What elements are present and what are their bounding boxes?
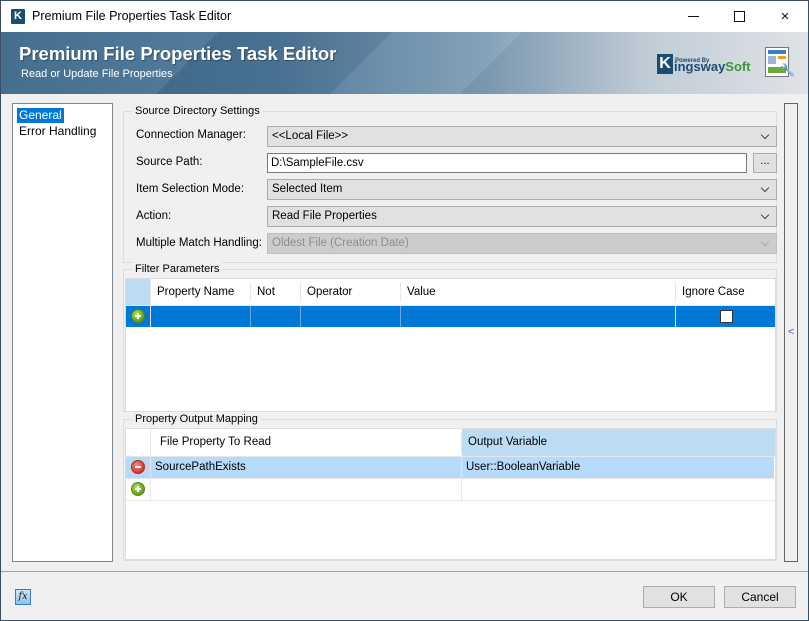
- nav-list: General Error Handling: [12, 103, 113, 562]
- item-selection-mode-select[interactable]: Selected Item: [267, 179, 777, 200]
- dialog-window: K Premium File Properties Task Editor × …: [0, 0, 809, 621]
- multiple-match-select: Oldest File (Creation Date): [267, 233, 777, 254]
- expression-fx-button[interactable]: fx: [15, 589, 31, 605]
- cell-file-property[interactable]: SourcePathExists: [151, 457, 462, 478]
- chevron-left-icon: <: [788, 326, 795, 338]
- cell-value[interactable]: [401, 306, 676, 327]
- source-directory-title: Source Directory Settings: [132, 104, 263, 118]
- add-row-icon[interactable]: [131, 482, 145, 496]
- multiple-match-label: Multiple Match Handling:: [136, 237, 262, 249]
- header-title: Premium File Properties Task Editor: [19, 43, 337, 64]
- browse-button[interactable]: ...: [753, 153, 777, 173]
- table-row[interactable]: [126, 306, 775, 327]
- source-directory-group: Source Directory Settings Connection Man…: [123, 104, 777, 263]
- source-path-label: Source Path:: [136, 156, 203, 168]
- cell-property-name[interactable]: [151, 306, 251, 327]
- chevron-down-icon: [760, 127, 770, 146]
- nav-item-general[interactable]: General: [17, 108, 64, 123]
- property-output-mapping-group: Property Output Mapping File Property To…: [123, 412, 777, 561]
- action-select[interactable]: Read File Properties: [267, 206, 777, 227]
- column-header-ignore-case[interactable]: Ignore Case: [676, 282, 775, 302]
- filter-parameters-group: Filter Parameters Property Name Not Oper…: [123, 262, 777, 412]
- filter-parameters-title: Filter Parameters: [132, 262, 223, 276]
- property-output-mapping-grid[interactable]: File Property To Read Output Variable So…: [125, 428, 776, 560]
- source-path-input[interactable]: D:\SampleFile.csv: [267, 153, 747, 173]
- cell-file-property[interactable]: [151, 479, 462, 500]
- header-banner: Premium File Properties Task Editor Read…: [1, 32, 808, 94]
- item-selection-mode-label: Item Selection Mode:: [136, 183, 245, 195]
- cell-operator[interactable]: [301, 306, 401, 327]
- nav-item-error-handling[interactable]: Error Handling: [17, 124, 98, 139]
- column-header-output-variable[interactable]: Output Variable: [462, 432, 775, 452]
- minimize-icon: [687, 16, 699, 17]
- header-subtitle: Read or Update File Properties: [21, 68, 173, 80]
- column-header-value[interactable]: Value: [401, 282, 676, 302]
- table-row[interactable]: SourcePathExists User::BooleanVariable: [126, 457, 774, 478]
- connection-manager-select[interactable]: <<Local File>>: [267, 126, 777, 147]
- wrench-icon: 🔧: [780, 63, 795, 77]
- cell-output-variable[interactable]: [462, 479, 774, 500]
- maximize-icon: [733, 11, 745, 22]
- chevron-down-icon: [760, 180, 770, 199]
- close-icon: ×: [780, 8, 790, 25]
- minimize-button[interactable]: [670, 1, 716, 32]
- footer-divider: [1, 571, 808, 572]
- filter-parameters-grid[interactable]: Property Name Not Operator Value Ignore …: [125, 278, 776, 412]
- chevron-down-icon: [760, 234, 770, 253]
- kingswaysoft-logo: K Powered By ingswaySoft: [657, 52, 751, 74]
- action-label: Action:: [136, 210, 172, 222]
- chevron-down-icon: [760, 207, 770, 226]
- cell-output-variable[interactable]: User::BooleanVariable: [462, 457, 774, 478]
- maximize-button[interactable]: [716, 1, 762, 32]
- remove-row-icon[interactable]: [131, 460, 145, 474]
- window-title: Premium File Properties Task Editor: [32, 9, 232, 23]
- grid-corner: [126, 429, 151, 456]
- ignore-case-checkbox[interactable]: [720, 310, 733, 323]
- column-header-operator[interactable]: Operator: [301, 282, 401, 302]
- collapse-panel-toggle[interactable]: <: [784, 103, 798, 562]
- cell-not[interactable]: [251, 306, 301, 327]
- table-row[interactable]: [126, 479, 774, 500]
- logo-k-mark: K: [657, 54, 673, 74]
- column-header-file-property[interactable]: File Property To Read: [151, 432, 462, 452]
- column-header-property-name[interactable]: Property Name: [151, 282, 251, 302]
- logo-powered-by: Powered By: [675, 58, 710, 64]
- column-header-not[interactable]: Not: [251, 282, 301, 302]
- add-row-icon[interactable]: [131, 309, 145, 323]
- cancel-button[interactable]: Cancel: [724, 586, 796, 608]
- kingsway-app-icon: K: [11, 9, 25, 24]
- task-editor-icon: 🔧: [765, 47, 795, 77]
- close-button[interactable]: ×: [762, 1, 808, 32]
- grid-corner: [126, 279, 151, 305]
- ok-button[interactable]: OK: [643, 586, 715, 608]
- main-content: Source Directory Settings Connection Man…: [119, 101, 779, 563]
- property-output-mapping-title: Property Output Mapping: [132, 412, 261, 426]
- connection-manager-label: Connection Manager:: [136, 129, 246, 141]
- title-bar: K Premium File Properties Task Editor ×: [1, 1, 808, 32]
